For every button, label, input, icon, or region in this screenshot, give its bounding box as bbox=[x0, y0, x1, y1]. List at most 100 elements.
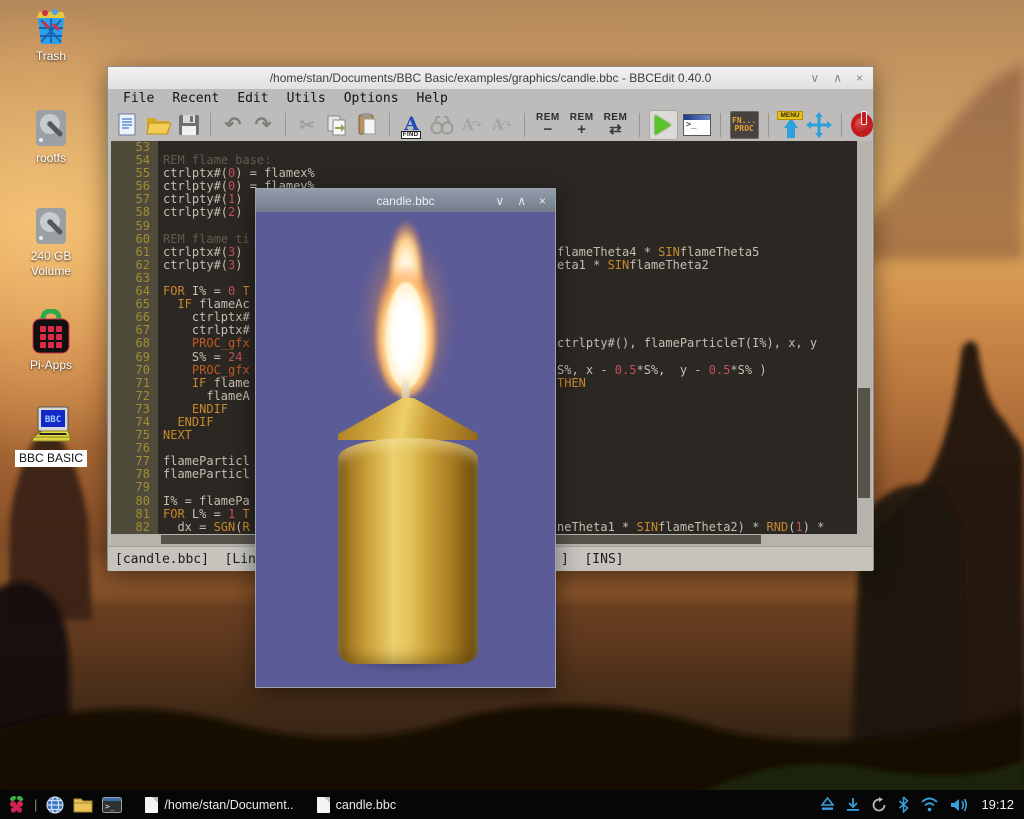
play-icon bbox=[655, 115, 671, 135]
volume-icon[interactable] bbox=[950, 797, 970, 813]
replace-arrow-icon: ↷ bbox=[472, 118, 482, 132]
menu-utils[interactable]: Utils bbox=[278, 91, 335, 106]
rem-add-button[interactable]: REM + bbox=[567, 111, 596, 139]
status-insert-mode: ] [INS] bbox=[561, 552, 624, 567]
terminal-launcher-icon[interactable]: >_ bbox=[102, 797, 122, 813]
flame-core bbox=[386, 282, 426, 388]
close-window-button[interactable]: × bbox=[539, 195, 546, 207]
eject-icon[interactable] bbox=[820, 797, 835, 812]
hard-disk-icon bbox=[34, 108, 68, 148]
code-text: NEXT bbox=[163, 428, 192, 442]
bluetooth-icon[interactable] bbox=[898, 796, 909, 813]
find-next-button[interactable] bbox=[429, 111, 454, 139]
binoculars-icon bbox=[430, 115, 454, 135]
pi-apps-icon bbox=[29, 309, 73, 355]
menu-help[interactable]: Help bbox=[408, 91, 457, 106]
desktop-icon-label: BBC BASIC bbox=[15, 450, 87, 467]
vertical-scrollbar[interactable] bbox=[857, 141, 872, 534]
new-file-button[interactable] bbox=[115, 111, 140, 139]
file-manager-icon[interactable] bbox=[73, 797, 93, 813]
code-text: ctrlptx#(3) bbox=[163, 245, 243, 259]
open-file-button[interactable] bbox=[145, 111, 171, 139]
code-text: PROC_gfx bbox=[163, 363, 250, 377]
candle-titlebar[interactable]: candle.bbc ∨ ∧ × bbox=[256, 189, 555, 212]
taskbar-clock[interactable]: 19:12 bbox=[981, 797, 1014, 812]
code-text-continuation: S%, x - 0.5*S%, y - 0.5*S% ) bbox=[557, 364, 767, 377]
line-number: 68 bbox=[111, 337, 158, 350]
paste-button[interactable] bbox=[355, 111, 380, 139]
replace-all-button[interactable]: A ↷ bbox=[489, 111, 514, 139]
fn-proc-button[interactable]: FN... PROC bbox=[730, 111, 759, 139]
maximize-window-button[interactable]: ∧ bbox=[517, 195, 526, 207]
shade-window-button[interactable]: ∨ bbox=[810, 72, 819, 84]
desktop-icon-rootfs[interactable]: rootfs bbox=[8, 108, 94, 166]
sync-icon[interactable] bbox=[871, 797, 887, 813]
redo-icon: ↷ bbox=[255, 115, 272, 135]
desktop-icon-bbc-basic[interactable]: BBC BBC BASIC bbox=[8, 405, 94, 467]
vertical-scrollbar-thumb[interactable] bbox=[858, 388, 870, 498]
move-button[interactable] bbox=[806, 111, 832, 139]
line-number: 63 bbox=[111, 272, 158, 285]
menu-options[interactable]: Options bbox=[335, 91, 408, 106]
task-label: candle.bbc bbox=[336, 798, 396, 812]
code-text-continuation: eta1 * SINflameTheta2 bbox=[557, 259, 709, 272]
graphics-canvas bbox=[256, 212, 555, 687]
document-icon bbox=[145, 797, 158, 813]
line-number: 60 bbox=[111, 233, 158, 246]
redo-button[interactable]: ↷ bbox=[250, 111, 275, 139]
code-text-continuation: THEN bbox=[557, 377, 586, 390]
save-button[interactable] bbox=[176, 111, 201, 139]
line-number: 59 bbox=[111, 220, 158, 233]
replace-button[interactable]: A ↷ bbox=[459, 111, 484, 139]
web-browser-icon[interactable] bbox=[46, 796, 64, 814]
line-number: 79 bbox=[111, 481, 158, 494]
line-number: 69 bbox=[111, 351, 158, 364]
taskbar-task-candle[interactable]: candle.bbc bbox=[317, 797, 396, 813]
wifi-icon[interactable] bbox=[920, 797, 939, 812]
code-text: IF flameAc bbox=[163, 297, 250, 311]
taskbar-task-bbcedit[interactable]: /home/stan/Document.. bbox=[145, 797, 293, 813]
rem-remove-button[interactable]: REM − bbox=[534, 111, 563, 139]
taskbar-separator: | bbox=[34, 797, 37, 812]
desktop-icon-pi-apps[interactable]: Pi-Apps bbox=[8, 309, 94, 373]
code-text: ctrlptx# bbox=[163, 323, 250, 337]
download-updates-icon[interactable] bbox=[846, 797, 860, 812]
close-window-button[interactable]: × bbox=[856, 72, 863, 84]
run-button[interactable] bbox=[649, 110, 678, 140]
replace-arrow-icon: ↷ bbox=[502, 118, 512, 132]
code-text: flameParticl bbox=[163, 467, 250, 481]
svg-text:>_: >_ bbox=[105, 802, 115, 811]
line-number: 70 bbox=[111, 364, 158, 377]
find-button[interactable]: A FIND bbox=[399, 111, 424, 139]
undo-button[interactable]: ↶ bbox=[220, 111, 245, 139]
maximize-window-button[interactable]: ∧ bbox=[833, 72, 842, 84]
document-icon bbox=[317, 797, 330, 813]
copy-icon bbox=[326, 114, 348, 136]
move-four-way-icon bbox=[806, 112, 832, 138]
cut-button[interactable]: ✂ bbox=[295, 111, 320, 139]
bbcedit-titlebar[interactable]: /home/stan/Documents/BBC Basic/examples/… bbox=[108, 67, 873, 90]
menu-file[interactable]: File bbox=[114, 91, 163, 106]
line-number: 66 bbox=[111, 311, 158, 324]
save-floppy-icon bbox=[178, 114, 200, 136]
menu-recent[interactable]: Recent bbox=[163, 91, 228, 106]
line-number: 81 bbox=[111, 508, 158, 521]
run-in-terminal-button[interactable]: >_ bbox=[683, 111, 711, 139]
rem-toggle-button[interactable]: REM ⇄ bbox=[601, 111, 630, 139]
desktop-icon-trash[interactable]: Trash bbox=[8, 6, 94, 64]
copy-button[interactable] bbox=[325, 111, 350, 139]
quit-power-button[interactable] bbox=[851, 113, 873, 137]
code-text-continuation: ctrlpty#(), flameParticleT(I%), x, y bbox=[557, 337, 817, 350]
desktop-icon-volume[interactable]: 240 GB Volume bbox=[8, 206, 94, 279]
line-number: 75 bbox=[111, 429, 158, 442]
line-number: 72 bbox=[111, 390, 158, 403]
raspberry-pi-menu-icon[interactable] bbox=[8, 795, 25, 814]
candle-body bbox=[338, 438, 478, 664]
code-text: ctrlptx# bbox=[163, 310, 250, 324]
menu-jump-button[interactable]: MENU bbox=[777, 111, 800, 139]
shade-window-button[interactable]: ∨ bbox=[495, 195, 504, 207]
code-text: FOR L% = 1 T bbox=[163, 507, 250, 521]
menu-edit[interactable]: Edit bbox=[228, 91, 277, 106]
desktop-icons: Trash rootfs 240 GB Volume bbox=[8, 6, 94, 467]
line-number: 80 bbox=[111, 495, 158, 508]
